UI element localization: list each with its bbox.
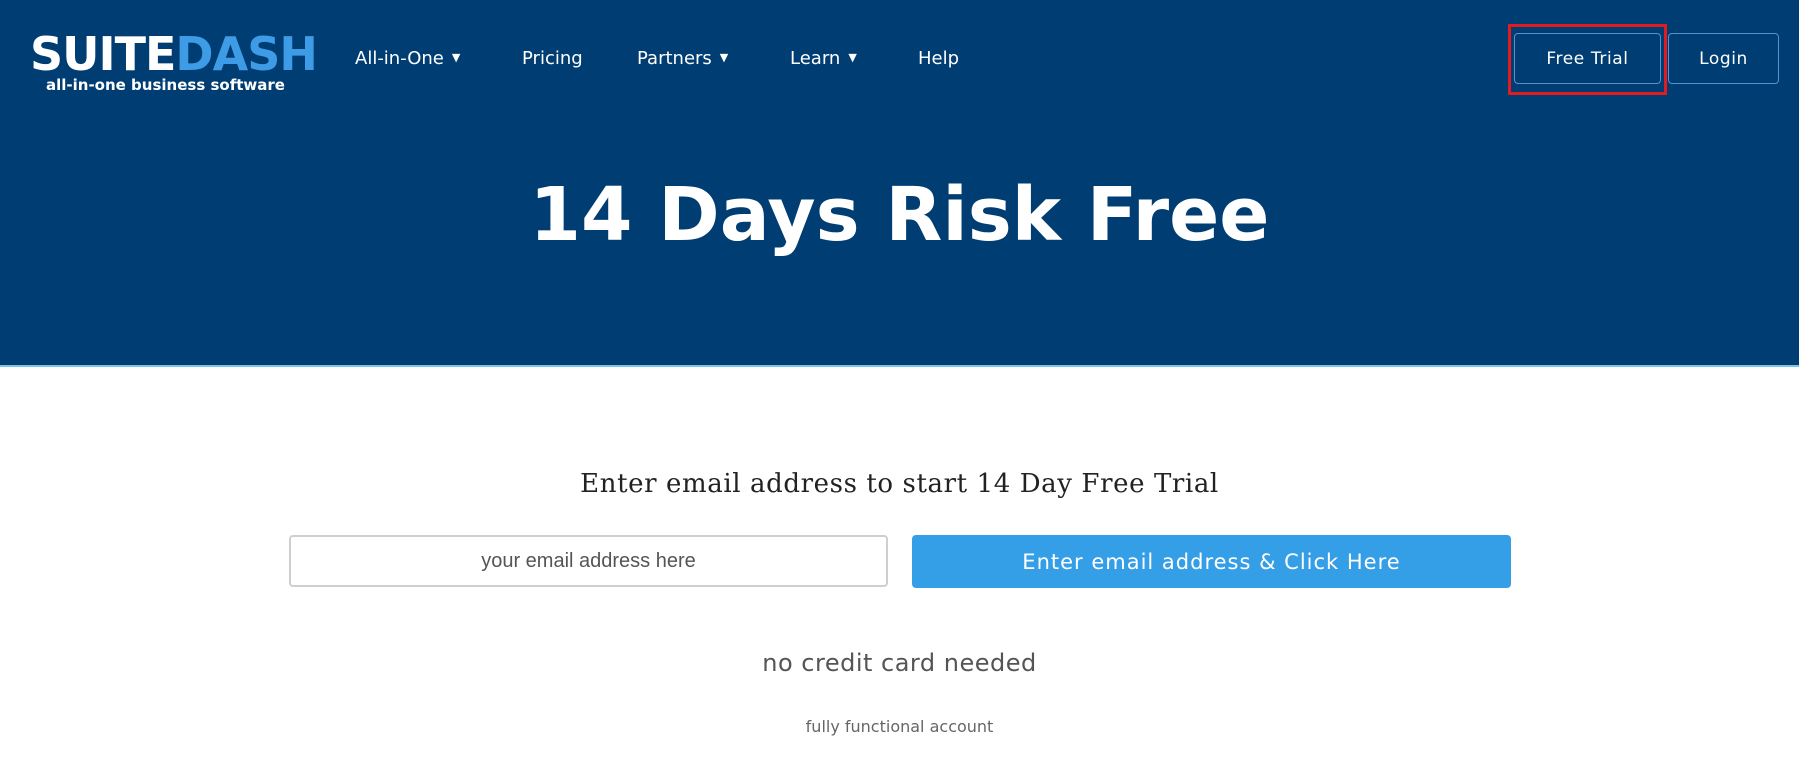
- suitedash-logo[interactable]: SUITEDASH all-in-one business software: [30, 30, 318, 96]
- nav-item-label: Help: [918, 48, 960, 69]
- nav-item-label: All-in-One: [355, 48, 444, 69]
- fully-functional-note: fully functional account: [805, 717, 994, 736]
- nav-item-label: Pricing: [522, 48, 583, 69]
- logo-tagline: all-in-one business software: [46, 76, 285, 94]
- nav-item-label: Partners: [637, 48, 712, 69]
- nav-item-label: Learn: [790, 48, 841, 69]
- logo-wordmark: SUITEDASH: [30, 27, 318, 81]
- chevron-down-icon: ▼: [848, 51, 857, 64]
- no-credit-card-note: no credit card needed: [762, 649, 1037, 677]
- nav-item-help[interactable]: Help: [918, 44, 959, 74]
- signup-prompt: Enter email address to start 14 Day Free…: [580, 469, 1219, 499]
- nav-item-learn[interactable]: Learn ▼: [790, 44, 857, 74]
- logo-word-dash: DASH: [175, 27, 317, 81]
- submit-email-button[interactable]: Enter email address & Click Here: [912, 535, 1511, 588]
- email-field[interactable]: [289, 535, 888, 587]
- free-trial-button[interactable]: Free Trial: [1514, 33, 1661, 84]
- chevron-down-icon: ▼: [451, 51, 461, 64]
- chevron-down-icon: ▼: [719, 51, 729, 64]
- login-button[interactable]: Login: [1668, 33, 1779, 84]
- nav-item-pricing[interactable]: Pricing: [522, 44, 583, 74]
- nav-item-partners[interactable]: Partners ▼: [637, 44, 728, 74]
- nav-item-all-in-one[interactable]: All-in-One ▼: [355, 44, 460, 74]
- logo-word-suite: SUITE: [30, 27, 176, 81]
- hero-banner: SUITEDASH all-in-one business software A…: [0, 0, 1799, 367]
- page-title: 14 Days Risk Free: [529, 172, 1270, 258]
